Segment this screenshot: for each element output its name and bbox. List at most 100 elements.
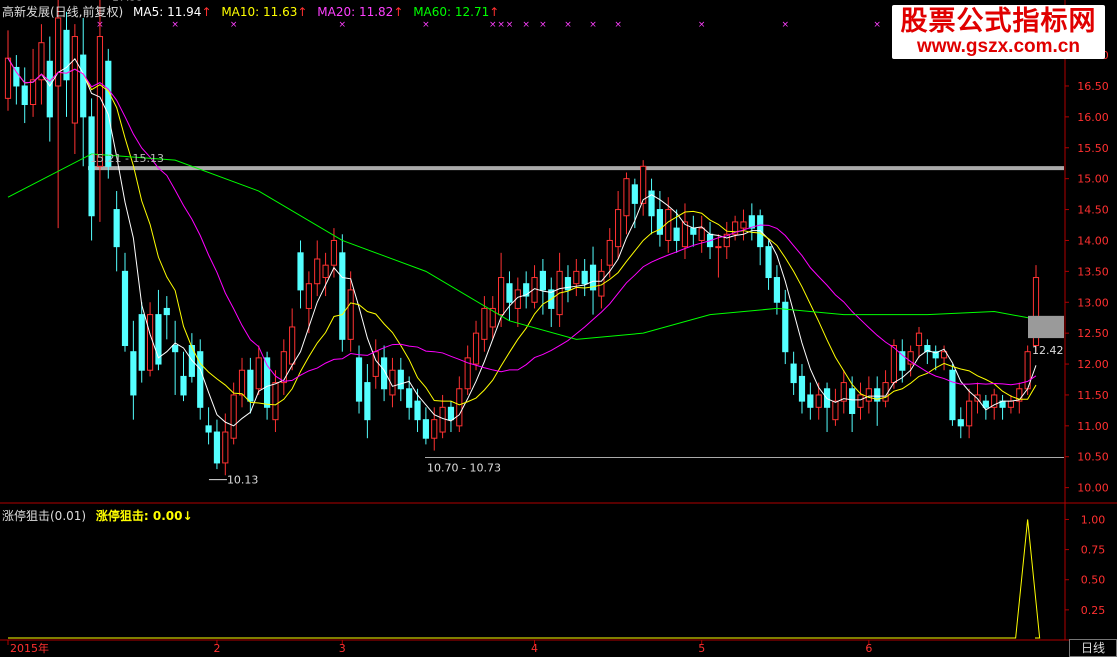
ma60-line <box>7 153 1045 340</box>
candle-body <box>172 345 179 353</box>
signal-marker: × <box>781 20 789 30</box>
ma10-line <box>7 57 1037 406</box>
candle-body <box>982 400 989 408</box>
candle-body <box>690 227 697 235</box>
candle-body <box>222 431 229 464</box>
kline-chart[interactable]: 17.0016.5016.0015.5015.0014.5014.0013.50… <box>0 0 1117 657</box>
signal-marker: × <box>339 20 347 30</box>
candle-body <box>439 406 446 433</box>
up-arrow-icon: ↑ <box>297 5 308 19</box>
candle-body <box>581 270 588 285</box>
signal-marker: × <box>589 20 597 30</box>
candle-body <box>740 221 747 229</box>
range-label-2: 10.70 - 10.73 <box>427 462 501 475</box>
candle-body <box>573 270 580 285</box>
signal-marker: × <box>873 20 881 30</box>
candle-body <box>121 270 129 347</box>
candle-body <box>807 394 814 408</box>
signal-marker: × <box>497 20 505 30</box>
tab-daily[interactable]: 日线 <box>1069 639 1117 657</box>
candle-body <box>4 57 12 99</box>
sub-indicator-header: 涨停狙击(0.01) 涨停狙击: 0.00↓ <box>2 507 199 524</box>
candle-body <box>865 388 872 402</box>
candle-body <box>673 227 680 241</box>
candle-body <box>665 209 672 241</box>
candle-body <box>29 79 37 106</box>
candle-body <box>472 332 480 365</box>
candle-body <box>481 307 488 340</box>
candle-body <box>857 394 864 408</box>
candle-body <box>447 406 455 421</box>
candle-body <box>615 209 622 248</box>
y-tick-label: 12.00 <box>1077 358 1109 371</box>
signal-marker: × <box>171 20 179 30</box>
candle-body <box>397 369 404 390</box>
candle-body <box>21 85 28 106</box>
ma5-line <box>7 57 1037 427</box>
candle-body <box>272 382 279 421</box>
y-tick-label: 13.00 <box>1077 296 1109 309</box>
low-price-label: 10.13 <box>227 474 259 487</box>
x-tick-label: 4 <box>531 642 538 655</box>
candle-body <box>1007 400 1015 408</box>
watermark-line2: www.gszx.com.cn <box>917 36 1080 57</box>
candle-body <box>957 419 964 427</box>
watermark-logo: 股票公式指标网 www.gszx.com.cn <box>892 5 1105 59</box>
candle-body <box>238 369 246 396</box>
stock-title: 高新发展(日线,前复权) <box>2 5 124 19</box>
y-tick-label: 11.50 <box>1077 389 1109 402</box>
candle-body <box>280 351 287 384</box>
up-arrow-icon: ↑ <box>201 5 212 19</box>
y-tick-label: 13.50 <box>1077 265 1109 278</box>
candle-body <box>180 375 187 396</box>
signal-marker: × <box>698 20 706 30</box>
candle-body <box>213 431 221 464</box>
candle-body <box>606 239 613 266</box>
candle-body <box>247 369 254 402</box>
candle-body <box>305 283 312 309</box>
candle-body <box>314 258 321 285</box>
candle-body <box>498 277 505 316</box>
candle-body <box>815 394 822 408</box>
candle-body <box>146 314 154 371</box>
sub-y-tick-label: 1.00 <box>1081 513 1106 526</box>
candle-body <box>966 400 973 427</box>
candle-body <box>88 116 95 217</box>
sub-y-tick-label: 0.25 <box>1081 604 1106 617</box>
signal-marker: × <box>614 20 622 30</box>
candle-body <box>163 307 170 316</box>
candle-body <box>773 277 781 303</box>
candle-body <box>355 357 363 402</box>
y-tick-label: 11.00 <box>1077 420 1109 433</box>
range-label-1: 15.21 - 15.13 <box>90 152 164 165</box>
candle-body <box>138 314 145 371</box>
up-arrow-icon: ↑ <box>393 5 404 19</box>
y-tick-label: 10.50 <box>1077 451 1109 464</box>
candle-body <box>631 184 638 204</box>
x-tick-label: 3 <box>339 642 346 655</box>
candle-body <box>205 425 212 433</box>
candle-body <box>698 227 705 241</box>
ma20-label: MA20: 11.82↑ <box>317 5 404 19</box>
candle-body <box>255 357 262 390</box>
signal-marker: × <box>506 20 514 30</box>
candle-body <box>13 66 20 87</box>
y-tick-label: 15.50 <box>1077 142 1109 155</box>
y-tick-label: 12.50 <box>1077 327 1109 340</box>
sub-indicator-name: 涨停狙击(0.01) <box>2 509 87 523</box>
price-zone-box <box>1028 315 1064 339</box>
candle-body <box>456 388 463 427</box>
candle-body <box>322 264 329 279</box>
candle-body <box>130 351 137 396</box>
candle-body <box>113 209 120 248</box>
ma20-line <box>7 57 1037 386</box>
candle-body <box>80 54 87 118</box>
sub-indicator-line <box>8 519 1041 639</box>
y-tick-label: 16.00 <box>1077 111 1109 124</box>
candle-body <box>422 419 429 439</box>
candle-body <box>915 332 923 347</box>
sub-y-tick-label: 0.50 <box>1081 574 1106 587</box>
candle-body <box>347 289 354 340</box>
candle-body <box>765 246 772 279</box>
ma10-label: MA10: 11.63↑ <box>221 5 308 19</box>
